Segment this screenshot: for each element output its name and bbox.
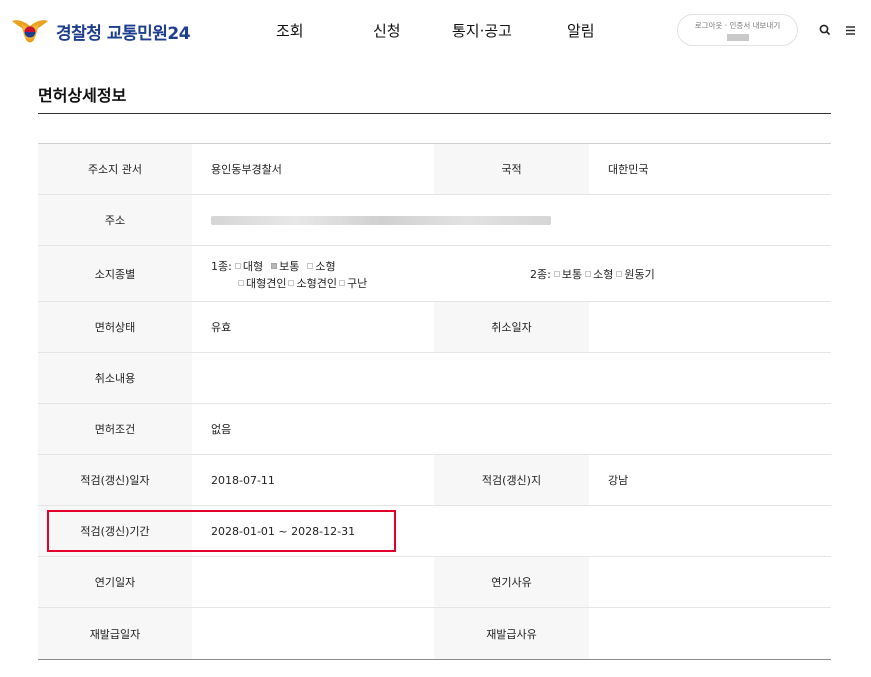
license-condition-value: 없음 [211, 423, 232, 436]
site-logo[interactable]: 경찰청 교통민원24 [10, 14, 191, 48]
table-row: 소지종별 1종: 대형 보통 소형 대형견인 소형견인 구난 2종: 보통 소형… [38, 246, 831, 302]
checkbox-icon [585, 271, 592, 277]
license-status-label: 면허상태 [38, 302, 192, 352]
search-icon[interactable] [818, 22, 832, 36]
type-label: 구난 [346, 277, 368, 290]
auth-links[interactable]: 로그아웃 · 인증서 내보내기 [678, 20, 797, 31]
type-label: 소형견인 [296, 277, 337, 290]
postpone-date-value [192, 557, 434, 607]
type-label: 소형 [315, 260, 336, 273]
cancel-detail-label: 취소내용 [38, 353, 192, 403]
address-label: 주소 [38, 195, 192, 245]
address-masked [211, 215, 551, 225]
nav-item-application[interactable]: 신청 [373, 20, 401, 41]
postpone-reason-label: 연기사유 [434, 557, 589, 607]
nationality-label: 국적 [434, 144, 589, 194]
logo-text: 경찰청 교통민원24 [56, 23, 191, 44]
highlight-box [47, 510, 396, 552]
checkbox-icon [234, 263, 241, 269]
nav-item-notices[interactable]: 통지·공고 [452, 20, 512, 41]
renewal-place-value: 강남 [608, 474, 629, 487]
auth-panel: 로그아웃 · 인증서 내보내기 [677, 14, 798, 46]
checkbox-icon [616, 271, 623, 277]
jurisdiction-label: 주소지 관서 [38, 144, 192, 194]
reissue-date-label: 재발급일자 [38, 608, 192, 659]
jurisdiction-value: 용인동부경찰서 [211, 163, 282, 176]
postpone-reason-value [589, 557, 831, 607]
renewal-date-value: 2018-07-11 [211, 473, 275, 487]
checkbox-icon [338, 280, 345, 286]
nav-item-inquiry[interactable]: 조회 [276, 20, 304, 41]
license-condition-label: 면허조건 [38, 404, 192, 454]
table-row: 취소내용 [38, 353, 831, 404]
address-value [192, 195, 831, 245]
cancel-detail-value [192, 353, 831, 403]
class2-prefix: 2종: [530, 268, 551, 281]
table-row: 재발급일자 재발급사유 [38, 608, 831, 659]
reissue-reason-label: 재발급사유 [434, 608, 589, 659]
postpone-date-label: 연기일자 [38, 557, 192, 607]
checkbox-icon [288, 280, 295, 286]
renewal-place-label: 적검(갱신)지 [434, 455, 589, 505]
table-row: 연기일자 연기사유 [38, 557, 831, 608]
nav-item-news[interactable]: 알림 [567, 20, 595, 41]
police-emblem-icon [10, 14, 50, 48]
table-row: 주소 [38, 195, 831, 246]
type-label: 대형 [242, 260, 264, 273]
class1-prefix: 1종: [211, 260, 232, 273]
license-types-label: 소지종별 [38, 246, 192, 301]
renewal-date-label: 적검(갱신)일자 [38, 455, 192, 505]
title-divider [38, 113, 831, 114]
checkbox-icon [307, 263, 314, 269]
class1-types: 1종: 대형 보통 소형 [211, 258, 336, 274]
table-row: 주소지 관서 용인동부경찰서 국적 대한민국 [38, 144, 831, 195]
checkbox-icon [553, 271, 560, 277]
license-detail-table: 주소지 관서 용인동부경찰서 국적 대한민국 주소 소지종별 1종: 대형 보통… [38, 143, 831, 660]
reissue-reason-value [589, 608, 831, 659]
type-label: 원동기 [624, 268, 655, 281]
table-row: 적검(갱신)일자 2018-07-11 적검(갱신)지 강남 [38, 455, 831, 506]
user-name-masked [726, 34, 749, 41]
site-header: 경찰청 교통민원24 조회 신청 통지·공고 알림 로그아웃 · 인증서 내보내… [0, 0, 871, 62]
page-title: 면허상세정보 [38, 86, 127, 105]
reissue-date-value [192, 608, 434, 659]
class1-types-row2: 대형견인 소형견인 구난 [235, 275, 367, 291]
type-label: 소형 [593, 268, 614, 281]
cancel-date-label: 취소일자 [434, 302, 589, 352]
license-types-value: 1종: 대형 보통 소형 대형견인 소형견인 구난 2종: 보통 소형 원동기 [192, 246, 831, 301]
type-label: 대형견인 [246, 277, 287, 290]
class2-types: 2종: 보통 소형 원동기 [530, 266, 655, 282]
checkbox-checked-icon [271, 263, 278, 269]
nationality-value: 대한민국 [608, 163, 649, 176]
cancel-date-value [589, 302, 831, 352]
license-status-value: 유효 [211, 321, 232, 334]
menu-icon[interactable] [843, 22, 857, 36]
type-label: 보통 [561, 268, 583, 281]
checkbox-icon [238, 280, 244, 286]
type-label: 보통 [279, 260, 300, 273]
table-row: 면허상태 유효 취소일자 [38, 302, 831, 353]
table-row: 면허조건 없음 [38, 404, 831, 455]
